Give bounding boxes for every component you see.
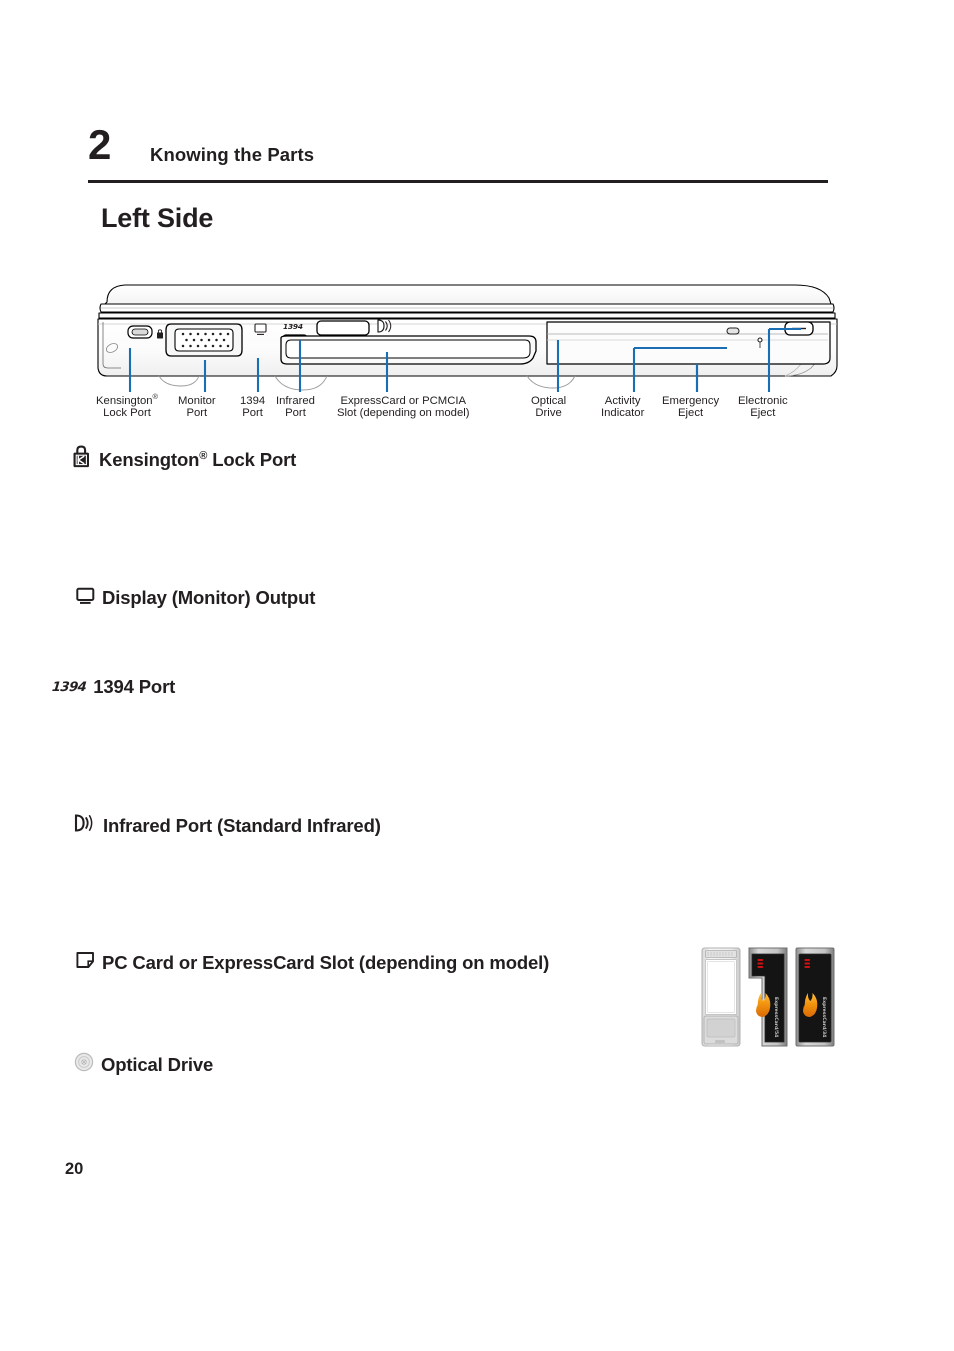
callout-line2: Drive (535, 406, 562, 419)
infrared-waves-icon (74, 812, 96, 839)
callout-line2: Slot (depending on model) (337, 406, 470, 419)
callout-optical-drive: Optical Drive (531, 395, 567, 420)
heading-part-1: Kensington (99, 449, 200, 470)
callout-line1: ExpressCard or PCMCIA (340, 395, 467, 407)
svg-text:ExpressCard/34: ExpressCard/34 (821, 997, 827, 1037)
callout-expresscard-pcmcia-slot: ExpressCard or PCMCIA Slot (depending on… (337, 395, 470, 420)
1394-logo-icon: 1394 (51, 679, 87, 695)
callout-infrared-port: Infrared Port (276, 395, 315, 420)
chapter-header: 2 Knowing the Parts (88, 124, 828, 180)
section-heading-text: Optical Drive (101, 1053, 214, 1075)
section-heading-text: 1394 Port (93, 676, 176, 697)
header-divider (88, 180, 828, 183)
callout-line2: Lock Port (103, 406, 151, 419)
card-format-photos: ExpressCard/54 ExpressCard/34 (700, 945, 836, 1050)
callout-electronic-eject: Electronic Eject (738, 395, 788, 420)
page-title: Left Side (101, 203, 214, 233)
section-heading-text: Kensington® Lock Port (99, 449, 296, 471)
section-1394-port: 1394 1394 Port (51, 676, 176, 698)
pc-card-photo (701, 947, 741, 1047)
callout-line1: Activity (604, 395, 641, 407)
callout-activity-indicator: Activity Indicator (601, 395, 645, 420)
callout-line1: Monitor (178, 395, 216, 407)
expresscard-54-photo: ExpressCard/54 (748, 947, 788, 1047)
svg-text:1394: 1394 (283, 322, 303, 331)
callout-line2: Eject (750, 406, 776, 419)
section-infrared-port: Infrared Port (Standard Infrared) (74, 812, 381, 839)
expresscard-34-photo: ExpressCard/34 (795, 947, 835, 1047)
padlock-k-icon (72, 445, 92, 475)
section-kensington-lock-port: Kensington® Lock Port (72, 445, 296, 475)
section-optical-drive: Optical Drive (74, 1052, 213, 1077)
card-slot-icon (76, 951, 95, 974)
section-pc-card-expresscard-slot: PC Card or ExpressCard Slot (depending o… (76, 951, 549, 974)
callout-emergency-eject: Emergency Eject (662, 395, 720, 420)
chapter-title: Knowing the Parts (150, 144, 315, 165)
callout-line1: Emergency (662, 395, 720, 407)
callout-monitor-port: Monitor Port (178, 395, 216, 420)
callout-1394-port: 1394 Port (240, 395, 266, 420)
callout-line2: Eject (678, 406, 704, 419)
callout-line1: Electronic (738, 395, 788, 407)
expresscard-wordmark: ExpressCard/34 (821, 997, 827, 1037)
optical-disc-icon (74, 1052, 94, 1077)
monitor-icon (76, 586, 95, 610)
section-display-monitor-output: Display (Monitor) Output (76, 586, 315, 610)
led-indicator (804, 959, 810, 968)
callout-line1: Optical (531, 395, 567, 407)
callout-line1: Infrared (276, 395, 315, 407)
svg-text:ExpressCard/54: ExpressCard/54 (773, 997, 779, 1037)
heading-part-2: Lock Port (207, 449, 297, 470)
callout-kensington-lock-port: Kensington® Lock Port (96, 393, 158, 420)
callout-line2: Port (186, 406, 208, 419)
page-number: 20 (65, 1160, 84, 1178)
section-heading-text: Infrared Port (Standard Infrared) (103, 814, 381, 836)
registered-mark: ® (152, 392, 158, 402)
callout-line2: Indicator (601, 406, 645, 419)
section-heading-text: PC Card or ExpressCard Slot (depending o… (102, 951, 550, 973)
section-heading-text: Display (Monitor) Output (102, 587, 316, 608)
chapter-number: 2 (88, 121, 111, 168)
callout-line1: Kensington (96, 395, 153, 407)
led-indicator (757, 959, 763, 968)
expresscard-wordmark: ExpressCard/54 (773, 997, 779, 1037)
callout-line1: 1394 (240, 395, 266, 407)
callout-line2: Port (285, 406, 306, 419)
callout-line2: Port (242, 406, 263, 419)
